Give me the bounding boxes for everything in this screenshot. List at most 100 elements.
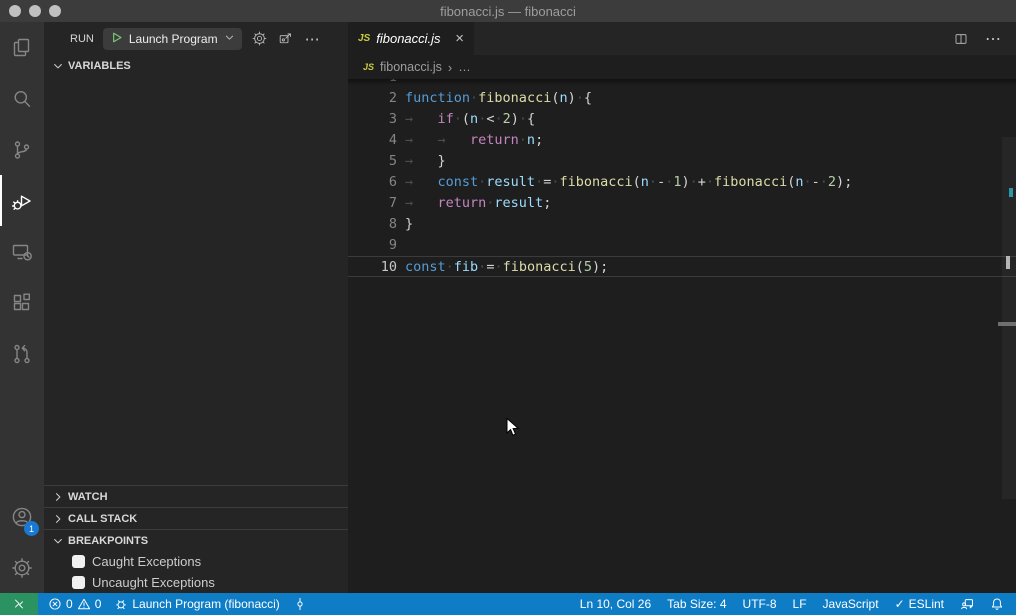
- error-icon: [48, 597, 62, 611]
- eslint-status[interactable]: ✓ ESLint: [895, 597, 944, 611]
- uncaught-exceptions-row[interactable]: Uncaught Exceptions: [44, 572, 348, 593]
- activity-bar-item-search[interactable]: [0, 73, 44, 124]
- editor-more-actions-icon[interactable]: ⋯: [985, 29, 1002, 49]
- more-actions-icon[interactable]: ⋯: [303, 30, 321, 48]
- settings-gear-icon: [10, 556, 34, 580]
- start-debug-icon[interactable]: [110, 31, 123, 47]
- javascript-file-icon: JS: [358, 33, 370, 44]
- status-bar: 0 0 Launch Program (fibonacci) Ln 10, Co…: [0, 593, 1016, 615]
- debug-bug-icon: [114, 597, 128, 611]
- bell-icon: [990, 597, 1004, 611]
- chevron-down-icon: [224, 31, 235, 46]
- code-line-3[interactable]: 3→if·(n·<·2)·{: [348, 109, 1016, 130]
- caught-exceptions-row[interactable]: Caught Exceptions: [44, 551, 348, 572]
- line-number[interactable]: 2: [348, 88, 397, 109]
- javascript-file-icon: JS: [363, 62, 374, 72]
- activity-bar-item-account[interactable]: 1: [0, 491, 44, 542]
- line-number[interactable]: 1: [348, 79, 397, 88]
- warning-icon: [77, 597, 91, 611]
- code-text: →return·result;: [397, 193, 551, 214]
- code-text: →const·result·=·fibonacci(n·-·1)·+·fibon…: [397, 172, 852, 193]
- chevron-down-icon: [52, 60, 64, 72]
- overview-ruler-mark: [1006, 256, 1010, 269]
- activity-bar-item-explorer[interactable]: [0, 22, 44, 73]
- code-line-9[interactable]: 9: [348, 235, 1016, 256]
- variables-section-label: VARIABLES: [68, 60, 131, 72]
- debug-console-icon[interactable]: [277, 30, 294, 47]
- activity-bar: 1: [0, 22, 44, 593]
- commit-status[interactable]: [293, 597, 307, 611]
- title-bar: fibonacci.js — fibonacci: [0, 0, 1016, 22]
- run-debug-sidebar: RUN Launch Program ⋯ VARIABLES WATCH: [44, 22, 348, 593]
- remote-indicator[interactable]: [0, 593, 38, 615]
- chevron-down-icon: [52, 535, 64, 547]
- line-number[interactable]: 7: [348, 193, 397, 214]
- code-line-4[interactable]: 4→→return·n;: [348, 130, 1016, 151]
- encoding[interactable]: UTF-8: [743, 597, 777, 611]
- code-line-2[interactable]: 2function·fibonacci(n)·{: [348, 88, 1016, 109]
- line-number[interactable]: 8: [348, 214, 397, 235]
- warning-count: 0: [95, 597, 102, 611]
- code-line-6[interactable]: 6→const·result·=·fibonacci(n·-·1)·+·fibo…: [348, 172, 1016, 193]
- remote-explorer-icon: [10, 240, 34, 264]
- line-number[interactable]: 6: [348, 172, 397, 193]
- code-text: →}: [397, 151, 446, 172]
- activity-bar-item-source-control[interactable]: [0, 124, 44, 175]
- activity-bar-item-settings-gear[interactable]: [0, 542, 44, 593]
- tab-size[interactable]: Tab Size: 4: [667, 597, 726, 611]
- uncaught-exceptions-checkbox[interactable]: [72, 576, 85, 589]
- launch-configuration-dropdown[interactable]: Launch Program: [103, 28, 242, 50]
- debug-status[interactable]: Launch Program (fibonacci): [114, 597, 279, 611]
- activity-bar-item-run-debug[interactable]: [0, 175, 44, 226]
- code-line-1[interactable]: 1: [348, 79, 1016, 88]
- minimize-window-button[interactable]: [29, 5, 41, 17]
- error-count: 0: [66, 597, 73, 611]
- extensions-icon: [10, 291, 34, 315]
- feedback-status[interactable]: [960, 597, 974, 611]
- code-line-8[interactable]: 8}: [348, 214, 1016, 235]
- code-text: function·fibonacci(n)·{: [397, 88, 592, 109]
- line-number[interactable]: 4: [348, 130, 397, 151]
- code-text: const·fib·=·fibonacci(5);: [397, 257, 608, 276]
- editor-group: JS fibonacci.js × ⋯ JS fibonacci.js › … …: [348, 22, 1016, 593]
- caught-exceptions-checkbox[interactable]: [72, 555, 85, 568]
- eol[interactable]: LF: [793, 597, 807, 611]
- line-number[interactable]: 3: [348, 109, 397, 130]
- breadcrumb[interactable]: JS fibonacci.js › …: [348, 55, 1016, 79]
- window-title: fibonacci.js — fibonacci: [0, 4, 1016, 19]
- code-text: →if·(n·<·2)·{: [397, 109, 535, 130]
- language-mode[interactable]: JavaScript: [823, 597, 879, 611]
- line-number[interactable]: 5: [348, 151, 397, 172]
- split-editor-icon[interactable]: [953, 31, 969, 47]
- problems-status[interactable]: 0 0: [48, 597, 101, 611]
- launch-configuration-label: Launch Program: [129, 32, 218, 46]
- activity-bar-item-pull-request[interactable]: [0, 328, 44, 379]
- call-stack-section-header[interactable]: CALL STACK: [44, 507, 348, 529]
- breakpoints-section-header[interactable]: BREAKPOINTS: [44, 529, 348, 551]
- code-line-10[interactable]: 10const·fib·=·fibonacci(5);: [348, 256, 1016, 277]
- line-number[interactable]: 10: [348, 257, 397, 276]
- cursor-position[interactable]: Ln 10, Col 26: [580, 597, 651, 611]
- watch-section-header[interactable]: WATCH: [44, 485, 348, 507]
- code-editor[interactable]: 12function·fibonacci(n)·{3→if·(n·<·2)·{4…: [348, 79, 1016, 593]
- code-line-5[interactable]: 5→}: [348, 151, 1016, 172]
- gear-icon[interactable]: [251, 30, 268, 47]
- tab-fibonacci-js[interactable]: JS fibonacci.js ×: [348, 22, 474, 55]
- code-text: →→return·n;: [397, 130, 543, 151]
- notifications-status[interactable]: [990, 597, 1004, 611]
- run-label: RUN: [70, 33, 94, 45]
- line-number[interactable]: 9: [348, 235, 397, 256]
- activity-bar-item-remote-explorer[interactable]: [0, 226, 44, 277]
- activity-bar-item-extensions[interactable]: [0, 277, 44, 328]
- maximize-window-button[interactable]: [49, 5, 61, 17]
- code-line-7[interactable]: 7→return·result;: [348, 193, 1016, 214]
- tab-bar: JS fibonacci.js × ⋯: [348, 22, 1016, 55]
- close-window-button[interactable]: [9, 5, 21, 17]
- feedback-icon: [960, 597, 974, 611]
- close-tab-icon[interactable]: ×: [455, 31, 464, 46]
- variables-section-header[interactable]: VARIABLES: [44, 55, 348, 77]
- search-icon: [10, 87, 34, 111]
- breadcrumb-file[interactable]: fibonacci.js: [380, 60, 442, 74]
- remote-icon: [12, 597, 26, 611]
- breadcrumb-more[interactable]: …: [458, 60, 471, 74]
